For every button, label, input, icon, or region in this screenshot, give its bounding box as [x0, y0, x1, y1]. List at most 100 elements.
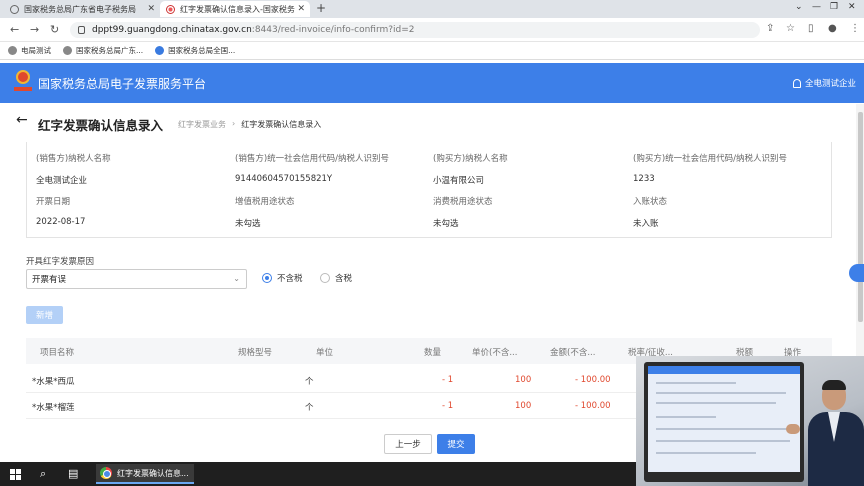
- entry-status-field: 入账状态 未入账: [633, 195, 667, 229]
- prev-step-button[interactable]: 上一步: [384, 434, 432, 454]
- field-value: 未勾选: [433, 219, 459, 229]
- new-tab-icon[interactable]: +: [316, 1, 326, 15]
- field-value: 未入账: [633, 219, 659, 229]
- menu-icon[interactable]: ⋮: [850, 23, 860, 34]
- field-label: 消费税用途状态: [433, 197, 493, 207]
- radio-unchecked-icon: [320, 273, 330, 283]
- bookmark-item[interactable]: 电局测试: [8, 45, 51, 56]
- add-button[interactable]: 新增: [26, 306, 63, 324]
- globe-icon: [8, 46, 17, 55]
- url-bar[interactable]: dppt99.guangdong.chinatax.gov.cn :8443/r…: [70, 22, 760, 38]
- page-title: 红字发票确认信息录入: [38, 118, 164, 133]
- field-value: 全电测试企业: [36, 176, 88, 186]
- bookmark-item[interactable]: 国家税务总局全国...: [155, 45, 235, 56]
- radio-tax-excluded[interactable]: 不含税: [262, 272, 303, 284]
- search-icon: [155, 46, 165, 55]
- browser-tab-red-invoice[interactable]: 红字发票确认信息录入-国家税务 ✕: [160, 1, 310, 17]
- radio-label: 不含税: [277, 274, 303, 284]
- radio-label: 含税: [335, 274, 353, 284]
- item-name: *水果*西瓜: [32, 377, 75, 387]
- star-icon[interactable]: ☆: [786, 23, 795, 34]
- sidepanel-icon[interactable]: ▯: [808, 23, 814, 34]
- scrollbar-thumb[interactable]: [858, 112, 863, 322]
- item-amount: - 100.00: [575, 375, 611, 385]
- close-icon[interactable]: ✕: [297, 4, 305, 14]
- url-path: :8443/red-invoice/info-confirm?id=2: [251, 25, 415, 35]
- item-name: *水果*榴莲: [32, 403, 75, 413]
- browser-tab-etax[interactable]: 国家税务总局广东省电子税务局 ✕: [4, 1, 160, 17]
- field-label: (销售方)统一社会信用代码/纳税人识别号: [235, 154, 389, 164]
- share-icon[interactable]: ⇪: [766, 23, 774, 34]
- reason-select[interactable]: 开票有误 ⌄: [26, 269, 247, 289]
- field-value: 91440604570155821Y: [235, 174, 333, 184]
- field-label: (购买方)统一社会信用代码/纳税人识别号: [633, 154, 787, 164]
- tab-title: 国家税务总局广东省电子税务局: [24, 4, 136, 14]
- forward-icon[interactable]: →: [30, 23, 39, 36]
- bookmark-label: 国家税务总局广东...: [76, 46, 144, 55]
- lock-icon: [78, 26, 85, 34]
- app-header: 国家税务总局电子发票服务平台 全电测试企业: [0, 63, 864, 103]
- chevron-down-icon[interactable]: ⌄: [795, 2, 803, 12]
- help-float-button[interactable]: [849, 264, 864, 282]
- address-toolbar: ← → ↻ dppt99.guangdong.chinatax.gov.cn :…: [0, 18, 864, 42]
- radio-tax-included[interactable]: 含税: [320, 272, 352, 284]
- chevron-right-icon: ›: [232, 119, 236, 128]
- page-heading: ← 红字发票确认信息录入 红字发票业务 › 红字发票确认信息录入: [0, 110, 864, 136]
- item-unit: 个: [305, 377, 314, 387]
- presenter-hand: [786, 424, 800, 434]
- bookmark-item[interactable]: 国家税务总局广东...: [63, 45, 143, 56]
- field-value: 2022-08-17: [36, 217, 86, 227]
- item-amount: - 100.00: [575, 401, 611, 411]
- item-price: 100: [515, 375, 532, 385]
- field-label: 增值税用途状态: [235, 197, 295, 207]
- table-row: *水果*西瓜 个 - 1 100 - 100.00: [26, 367, 638, 393]
- submit-button[interactable]: 提交: [437, 434, 475, 454]
- chrome-icon: [100, 467, 112, 479]
- breadcrumb: 红字发票业务 › 红字发票确认信息录入: [178, 119, 321, 130]
- minimize-icon[interactable]: —: [812, 2, 821, 12]
- issue-date-field: 开票日期 2022-08-17: [36, 195, 85, 227]
- reason-label: 开具红字发票原因: [26, 257, 95, 267]
- item-price: 100: [515, 401, 532, 411]
- invoice-info-card: (销售方)纳税人名称 全电测试企业 (销售方)统一社会信用代码/纳税人识别号 9…: [26, 142, 832, 238]
- item-quantity: - 1: [442, 375, 454, 385]
- vat-status-field: 增值税用途状态 未勾选: [235, 195, 295, 229]
- table-row: *水果*榴莲 个 - 1 100 - 100.00: [26, 393, 638, 419]
- app-title: 国家税务总局电子发票服务平台: [38, 77, 207, 91]
- monitor-content-line: [656, 392, 786, 394]
- close-window-icon[interactable]: ✕: [848, 2, 856, 12]
- taskbar-chrome-app[interactable]: 红字发票确认信息...: [96, 464, 194, 484]
- presenter: [806, 378, 864, 486]
- monitor-header-bar: [648, 366, 800, 374]
- close-icon[interactable]: ✕: [147, 4, 155, 14]
- field-value: 1233: [633, 174, 655, 184]
- breadcrumb-item[interactable]: 红字发票业务: [178, 119, 226, 130]
- search-icon[interactable]: ⌕: [40, 467, 46, 481]
- back-icon[interactable]: ←: [10, 23, 19, 36]
- item-quantity: - 1: [442, 401, 454, 411]
- bookmarks-bar: 电局测试 国家税务总局广东... 国家税务总局全国...: [0, 42, 864, 60]
- profile-icon[interactable]: ●: [828, 23, 837, 34]
- taskbar-app-label: 红字发票确认信息...: [117, 468, 189, 478]
- globe-icon: [10, 4, 19, 14]
- field-label: 开票日期: [36, 197, 71, 207]
- monitor-content-line: [656, 440, 790, 442]
- item-unit: 个: [305, 403, 314, 413]
- buyer-id-field: (购买方)统一社会信用代码/纳税人识别号 1233: [633, 152, 787, 184]
- windows-start-icon[interactable]: [10, 469, 21, 480]
- reason-selected: 开票有误: [32, 275, 67, 285]
- bookmark-label: 电局测试: [21, 46, 51, 55]
- reload-icon[interactable]: ↻: [50, 23, 59, 36]
- back-arrow-icon[interactable]: ←: [16, 112, 28, 128]
- column-header: 单位: [316, 348, 334, 358]
- column-header: 金额(不含...: [550, 348, 596, 358]
- chevron-down-icon: ⌄: [233, 274, 240, 283]
- consumption-status-field: 消费税用途状态 未勾选: [433, 195, 493, 229]
- browser-tab-bar: 国家税务总局广东省电子税务局 ✕ 红字发票确认信息录入-国家税务 ✕ + ⌄ —…: [0, 0, 864, 18]
- user-menu[interactable]: 全电测试企业: [792, 77, 856, 89]
- monitor-content-line: [656, 428, 790, 430]
- task-view-icon[interactable]: ▤: [68, 467, 78, 480]
- column-header: 数量: [424, 348, 442, 358]
- restore-icon[interactable]: ❐: [830, 2, 838, 12]
- monitor-content-line: [656, 402, 776, 404]
